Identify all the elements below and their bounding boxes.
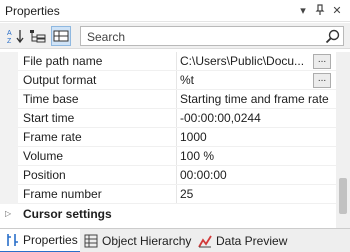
svg-text:Z: Z [7,38,12,44]
property-name: Position [23,168,66,182]
property-row-start-time[interactable]: Start time -00:00:00,0244 [0,109,336,128]
properties-toolbar: A Z [0,23,350,49]
sort-az-icon[interactable]: A Z [6,26,26,46]
property-value[interactable]: 100 % [180,149,330,163]
dropdown-icon[interactable]: ▾ [296,3,310,17]
property-row-position[interactable]: Position 00:00:00 [0,166,336,185]
category-cursor-settings[interactable]: ▷ Cursor settings [0,205,336,224]
svg-text:A: A [7,30,12,37]
row-gutter [0,147,18,166]
row-gutter [0,185,18,204]
search-icon[interactable] [325,29,340,44]
row-divider [18,203,336,204]
property-value[interactable]: C:\Users\Public\Docu... [180,54,312,68]
property-row-frame-number[interactable]: Frame number 25 [0,185,336,204]
row-gutter [0,52,18,71]
tab-label: Data Preview [216,234,288,248]
column-separator [176,52,177,71]
tab-properties[interactable]: Properties [0,229,80,252]
properties-icon [5,233,19,247]
hierarchy-icon [84,234,98,248]
property-row-output-format[interactable]: Output format %t ... [0,71,336,90]
property-value[interactable]: Starting time and frame rate [180,92,330,106]
search-box[interactable] [80,26,344,46]
property-row-time-base[interactable]: Time base Starting time and frame rate [0,90,336,109]
tab-label: Object Hierarchy [102,234,192,248]
property-row-file-path-name[interactable]: File path name C:\Users\Public\Docu... .… [0,52,336,71]
property-name: Volume [23,149,64,163]
column-separator [176,185,177,204]
row-gutter [0,71,18,90]
format-editor-button[interactable]: ... [313,73,331,88]
tree-view-icon[interactable] [28,26,48,46]
property-value[interactable]: 1000 [180,130,330,144]
property-value[interactable]: 25 [180,187,330,201]
tab-data-preview[interactable]: Data Preview [198,229,298,252]
property-row-volume[interactable]: Volume 100 % [0,147,336,166]
column-separator [176,90,177,109]
property-name: Time base [23,92,79,106]
scrollbar-thumb[interactable] [339,178,347,214]
tab-label: Properties [23,233,78,247]
search-input[interactable] [87,29,317,44]
pin-icon[interactable] [313,3,327,17]
column-separator [176,166,177,185]
row-gutter [0,90,18,109]
expand-arrow-icon[interactable]: ▷ [5,209,11,218]
property-row-frame-rate[interactable]: Frame rate 1000 [0,128,336,147]
property-name: Start time [23,111,75,125]
column-separator [176,71,177,90]
panel-titlebar: Properties ▾ ✕ [0,0,350,22]
property-grid: File path name C:\Users\Public\Docu... .… [0,52,336,224]
property-name: Frame number [23,187,102,201]
column-separator [176,109,177,128]
row-gutter [0,166,18,185]
column-separator [176,128,177,147]
column-separator [176,147,177,166]
bottom-tab-strip: Properties Object Hierarchy Data Preview [0,228,350,252]
property-value[interactable]: 00:00:00 [180,168,330,182]
data-preview-icon [198,234,212,248]
property-pages-icon[interactable] [51,26,71,46]
category-label: Cursor settings [23,207,112,221]
tab-object-hierarchy[interactable]: Object Hierarchy [84,229,196,252]
browse-button[interactable]: ... [313,54,331,69]
property-value[interactable]: -00:00:00,0244 [180,111,330,125]
property-name: Output format [23,73,97,87]
property-value[interactable]: %t [180,73,312,87]
property-name: File path name [23,54,103,68]
close-icon[interactable]: ✕ [330,3,344,17]
row-gutter [0,128,18,147]
property-name: Frame rate [23,130,82,144]
row-gutter [0,109,18,128]
panel-title: Properties [5,4,60,18]
vertical-scrollbar[interactable] [336,52,350,228]
